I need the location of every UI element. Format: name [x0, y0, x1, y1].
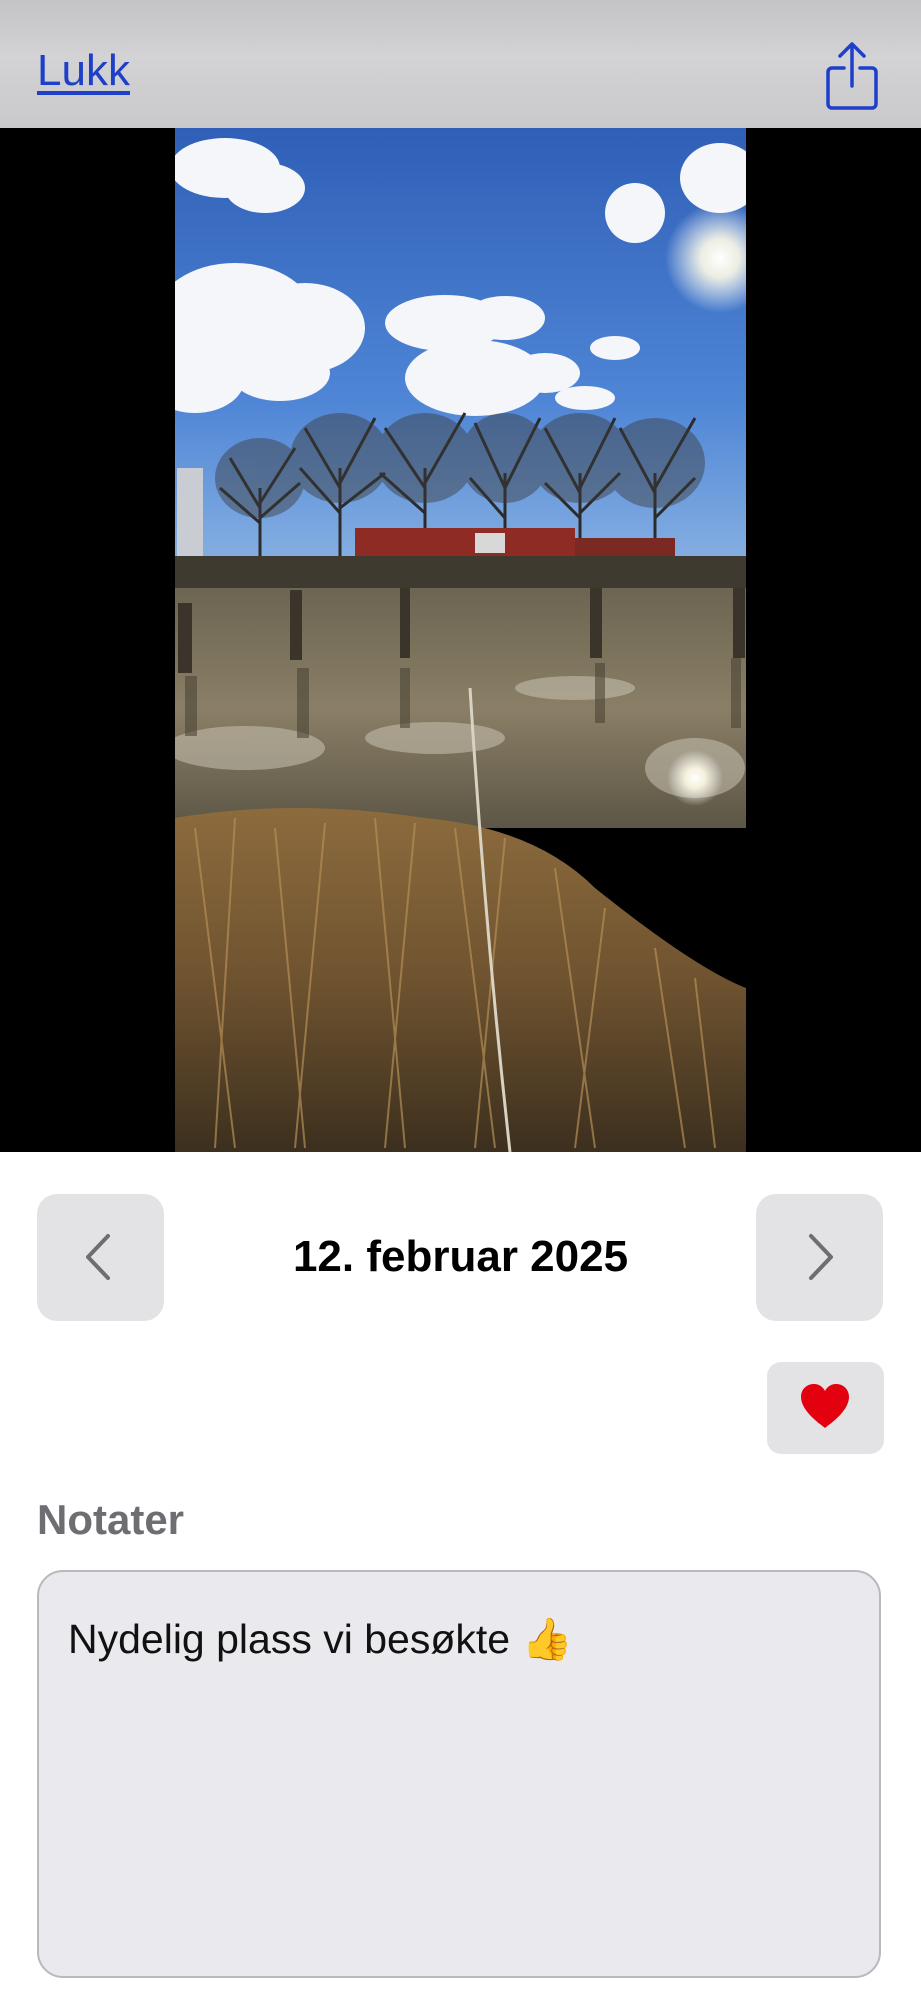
notes-field[interactable]: Nydelig plass vi besøkte 👍 [37, 1570, 881, 1978]
chevron-left-icon [86, 1234, 110, 1280]
photo [175, 128, 746, 1152]
next-button[interactable] [756, 1194, 883, 1321]
photo-date: 12. februar 2025 [292, 1232, 629, 1281]
favorite-button[interactable] [767, 1362, 884, 1454]
top-bar: Lukk [0, 0, 921, 128]
chevron-right-icon [809, 1234, 833, 1280]
share-button[interactable] [824, 40, 880, 112]
photo-viewer[interactable] [0, 128, 921, 1152]
notes-text: Nydelig plass vi besøkte 👍 [68, 1616, 573, 1662]
notes-label: Notater [37, 1496, 185, 1543]
previous-button[interactable] [37, 1194, 164, 1321]
share-icon [826, 42, 878, 110]
heart-icon [801, 1384, 849, 1428]
close-button[interactable]: Lukk [37, 46, 130, 96]
